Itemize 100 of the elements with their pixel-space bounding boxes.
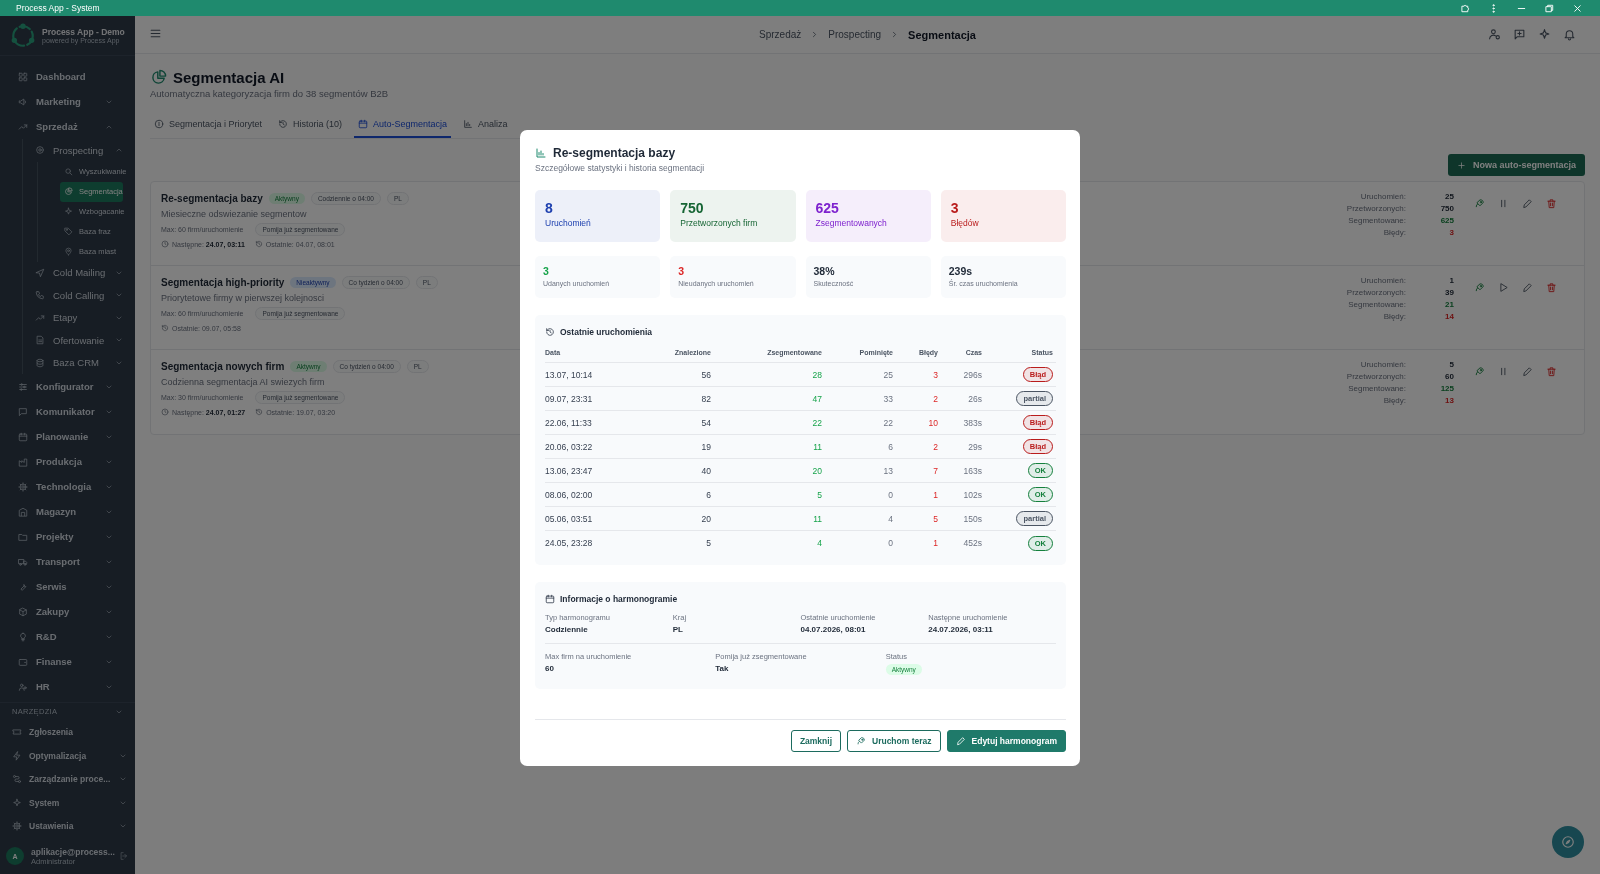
table-cell: 20	[701, 513, 711, 524]
sidebar-item[interactable]: HR	[0, 674, 135, 699]
sidebar-item[interactable]: Technologia	[0, 474, 135, 499]
cube-icon	[18, 606, 28, 617]
table-cell: 6	[888, 441, 893, 452]
bell-icon[interactable]	[1563, 28, 1576, 41]
stat-label: Błędów	[950, 218, 980, 228]
sidebar-item[interactable]: Ofertowanie	[23, 329, 135, 352]
puzzle-icon[interactable]	[1460, 2, 1471, 14]
sidebar-item[interactable]: Marketing	[0, 89, 135, 114]
compass-button[interactable]	[1552, 826, 1584, 858]
sidebar-item[interactable]: Zarządzanie proce...	[0, 767, 135, 791]
trash-icon[interactable]	[1546, 282, 1557, 293]
sidebar-item[interactable]: Cold Calling	[23, 284, 135, 307]
stat-label: Segmentowane:	[1347, 384, 1406, 393]
stat-label: Segmentowane:	[1347, 216, 1406, 225]
sidebar-item[interactable]: Zakupy	[0, 599, 135, 624]
clock-icon	[161, 240, 169, 248]
sparkle-icon[interactable]	[1538, 28, 1551, 41]
calendar-icon	[545, 594, 555, 604]
field-value: 60	[545, 664, 554, 673]
logo-icon	[10, 22, 36, 49]
calendar-icon	[358, 119, 369, 129]
table-cell: 54	[701, 417, 711, 428]
schedule-description: Miesieczne odswiezanie segmentow	[161, 209, 308, 219]
field-value: 04.07.2026, 08:01	[800, 625, 866, 634]
sidebar-item[interactable]: System	[0, 791, 135, 815]
trash-icon[interactable]	[1546, 366, 1557, 377]
stat-value: 3	[950, 200, 960, 216]
table-cell: 19	[701, 441, 711, 452]
sidebar-item[interactable]: Sprzedaż	[0, 114, 135, 139]
sparkle-icon	[64, 207, 73, 216]
table-cell: 28	[812, 369, 822, 380]
tab[interactable]: Analiza	[459, 112, 512, 138]
section-title: Ostatnie uruchomienia	[560, 327, 653, 337]
table-cell: 2	[933, 393, 938, 404]
sidebar-item[interactable]: Transport	[0, 549, 135, 574]
stat-value: 5	[1448, 360, 1454, 369]
close-icon[interactable]	[1572, 2, 1583, 14]
sidebar-item[interactable]: Optymalizacja	[0, 744, 135, 768]
stat-value: 60	[1444, 372, 1454, 381]
field-value: Tak	[715, 664, 729, 673]
table-cell: 163s	[963, 465, 982, 476]
pencil-icon[interactable]	[1522, 198, 1533, 209]
gear-icon	[12, 821, 22, 832]
breadcrumb-item[interactable]: Sprzedaż	[759, 29, 802, 40]
stat-value: 1	[1448, 276, 1454, 285]
sidebar-item[interactable]: Zgłoszenia	[0, 720, 135, 744]
document-icon	[35, 335, 45, 346]
tag-icon	[64, 227, 73, 236]
sidebar-item[interactable]: Komunikator	[0, 399, 135, 424]
sidebar-item[interactable]: Prospecting	[23, 139, 135, 162]
metric-value: 38%	[813, 265, 836, 277]
table-cell: 4	[888, 513, 893, 524]
truck-icon	[18, 556, 28, 567]
stat-label: Błędy:	[1382, 396, 1406, 405]
logout-icon[interactable]	[119, 851, 129, 861]
megaphone-icon	[18, 96, 28, 107]
sidebar-item[interactable]: Baza CRM	[23, 351, 135, 374]
new-schedule-button[interactable]: Nowa auto-segmentacja	[1447, 154, 1585, 176]
sidebar-item[interactable]: Magazyn	[0, 499, 135, 524]
factory-icon	[18, 456, 28, 467]
sidebar-item[interactable]: R&D	[0, 624, 135, 649]
table-cell: 09.07, 23:31	[545, 393, 593, 404]
play-icon[interactable]	[1498, 282, 1509, 293]
sidebar-item[interactable]: Produkcja	[0, 449, 135, 474]
table-cell: 11	[813, 513, 822, 524]
sidebar-item[interactable]: Konfigurator	[0, 374, 135, 399]
tab[interactable]: Historia (10)	[274, 112, 347, 138]
pencil-icon[interactable]	[1522, 282, 1533, 293]
pause-icon[interactable]	[1498, 366, 1509, 377]
user-icon[interactable]	[1488, 28, 1501, 41]
sidebar-item[interactable]: Serwis	[0, 574, 135, 599]
dialog-button[interactable]: Zamknij	[790, 730, 841, 752]
restore-icon[interactable]	[1544, 2, 1555, 14]
info-icon	[154, 119, 164, 129]
pencil-icon[interactable]	[1522, 366, 1533, 377]
sidebar-item[interactable]: Finanse	[0, 649, 135, 674]
dialog-button[interactable]: Uruchom teraz	[847, 730, 941, 752]
sidebar-item[interactable]: Ustawienia	[0, 814, 135, 838]
sidebar-item[interactable]: Projekty	[0, 524, 135, 549]
stat-label: Przetworzonych:	[1346, 372, 1406, 381]
table-cell: 20	[812, 465, 822, 476]
metric-value: 3	[543, 265, 550, 277]
bolt-icon	[12, 750, 22, 761]
chat-plus-icon[interactable]	[1513, 28, 1526, 41]
breadcrumb-item[interactable]: Prospecting	[828, 29, 882, 40]
sidebar-item[interactable]: Cold Mailing	[23, 261, 135, 284]
trash-icon[interactable]	[1546, 198, 1557, 209]
sliders-icon	[18, 381, 28, 392]
table-cell: 150s	[963, 513, 982, 524]
dialog-button[interactable]: Edytuj harmonogram	[946, 730, 1066, 752]
sidebar-item[interactable]: Planowanie	[0, 424, 135, 449]
pause-icon[interactable]	[1498, 198, 1509, 209]
stat-value: 3	[1448, 228, 1454, 237]
sidebar-item[interactable]: Etapy	[23, 306, 135, 329]
sidebar-item[interactable]: Dashboard	[0, 64, 135, 89]
table-cell: 13.07, 10:14	[545, 369, 593, 380]
stat-label: Błędy:	[1382, 312, 1406, 321]
tab[interactable]: Auto-Segmentacja	[354, 112, 452, 138]
